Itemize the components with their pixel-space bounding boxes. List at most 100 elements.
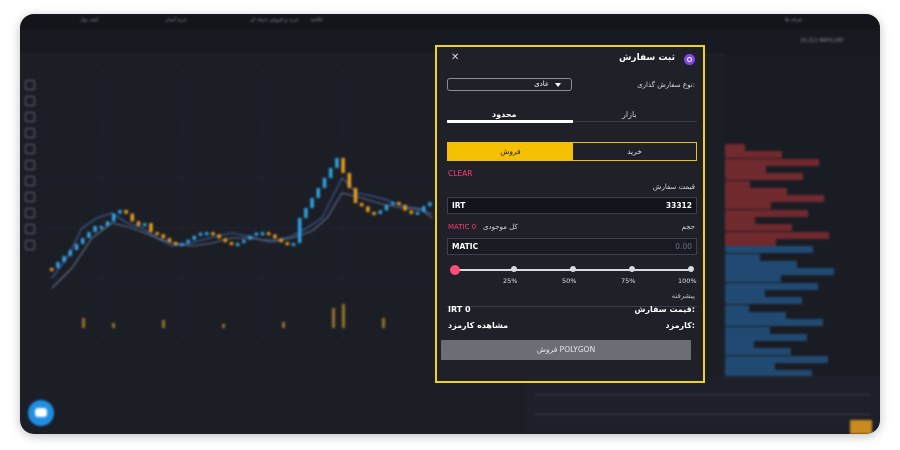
background-candle [136,221,141,226]
order-book-row [725,195,824,203]
order-book-row [725,319,823,327]
order-book-row [725,209,808,217]
background-candle [112,213,116,222]
nav-item-4[interactable]: تعرفه ها [785,17,802,23]
pct-label-25[interactable]: 25% [503,277,517,285]
order-book-row [725,333,807,341]
background-candle [198,232,203,236]
cursor-tool-icon[interactable] [25,80,35,90]
support-chat-button[interactable] [28,400,54,426]
background-candle [403,204,407,211]
background-candle [329,168,333,178]
pct-label-75[interactable]: 75% [621,277,635,285]
background-candle [242,239,246,244]
order-book-row [725,231,829,239]
background-candle [341,158,345,173]
polygon-logo-icon [684,54,695,65]
background-candle [81,238,85,244]
submit-sell-button[interactable]: فروش POLYGON [441,340,691,360]
order-book-row [725,348,791,356]
background-candle [93,226,97,232]
background-candle [180,243,184,247]
background-candle [68,250,72,256]
pct-label-100[interactable]: 100% [678,277,697,285]
order-book-row [725,290,765,297]
price-input[interactable]: IRT 33312 [447,197,697,214]
background-candle [304,208,308,218]
order-price-label: قیمت سفارش: [634,305,695,314]
background-candle [360,203,364,207]
background-candle [298,218,302,243]
background-candle [415,211,420,215]
background-candle [273,234,277,239]
volume-slider-handle[interactable] [450,265,460,275]
order-book-row [725,311,786,319]
background-candle [236,243,240,247]
order-price-value: IRT 0 [448,305,471,314]
trash-tool-icon[interactable] [25,240,35,250]
slider-mark-50[interactable] [570,266,576,272]
order-modal: ثبت سفارش ✕ نوع سفارش گذاری: عادی بازار … [435,45,705,383]
nav-item-3[interactable]: کیف پول [80,17,98,23]
order-book-row [725,202,771,210]
background-candle [87,232,91,238]
tab-market[interactable]: بازار [622,110,637,119]
order-book-row [725,173,803,181]
order-type-value: عادی [534,80,549,88]
pattern-tool-icon[interactable] [25,144,35,154]
background-candle [391,202,395,206]
background-candle [384,204,389,211]
background-candle [229,242,234,246]
sell-side-button[interactable]: فروش [448,143,573,160]
order-book-row [725,217,755,224]
order-book-row [725,165,766,173]
magnet-tool-icon[interactable] [25,192,35,202]
background-candle [74,244,79,250]
volume-value: 0.00 [675,242,692,251]
zoom-tool-icon[interactable] [25,176,35,186]
balance-label: کل موجودی [483,223,518,231]
background-candle [105,221,110,226]
order-book-row [725,297,802,305]
close-icon[interactable]: ✕ [451,52,459,63]
background-candle [422,206,426,212]
order-book-row [725,246,813,254]
slider-mark-100[interactable] [688,266,694,272]
fee-link[interactable]: مشاهده کارمزد [448,321,508,330]
advanced-toggle[interactable]: پیشرفته [672,292,695,300]
background-candle [316,188,320,198]
brush-tool-icon[interactable] [25,112,35,122]
order-book-row [725,363,775,370]
pct-label-50[interactable]: 50% [562,277,576,285]
slider-mark-75[interactable] [629,266,635,272]
background-candle [118,210,122,214]
background-candle [186,239,190,244]
lock-tool-icon[interactable] [25,208,35,218]
order-book-row [725,144,745,151]
background-candle [211,232,215,236]
clear-button[interactable]: CLEAR [448,169,473,178]
background-candle [409,210,413,214]
background-candle [161,234,165,239]
text-tool-icon[interactable] [25,128,35,138]
ruler-tool-icon[interactable] [25,160,35,170]
tab-limit[interactable]: محدود [492,110,516,119]
volume-unit: MATIC [452,242,479,251]
background-candle [167,238,172,243]
volume-input[interactable]: MATIC 0.00 [447,238,697,255]
buy-side-button[interactable]: خرید [573,143,696,160]
line-tool-icon[interactable] [25,96,35,106]
background-candle [99,225,103,229]
background-candle [353,188,358,203]
background-candle [248,235,252,240]
nav-item-1[interactable]: خرید و فروش حرفه ای [250,17,299,23]
nav-item-2[interactable]: خرید آسان [165,17,187,23]
slider-mark-25[interactable] [511,266,517,272]
order-type-select[interactable]: عادی [447,78,572,91]
order-book-row [725,180,750,188]
background-candle [149,223,153,233]
background-candle [254,232,258,236]
eye-tool-icon[interactable] [25,224,35,234]
price-chart[interactable] [42,68,437,340]
nav-item-0[interactable]: خلاصه [310,17,323,23]
